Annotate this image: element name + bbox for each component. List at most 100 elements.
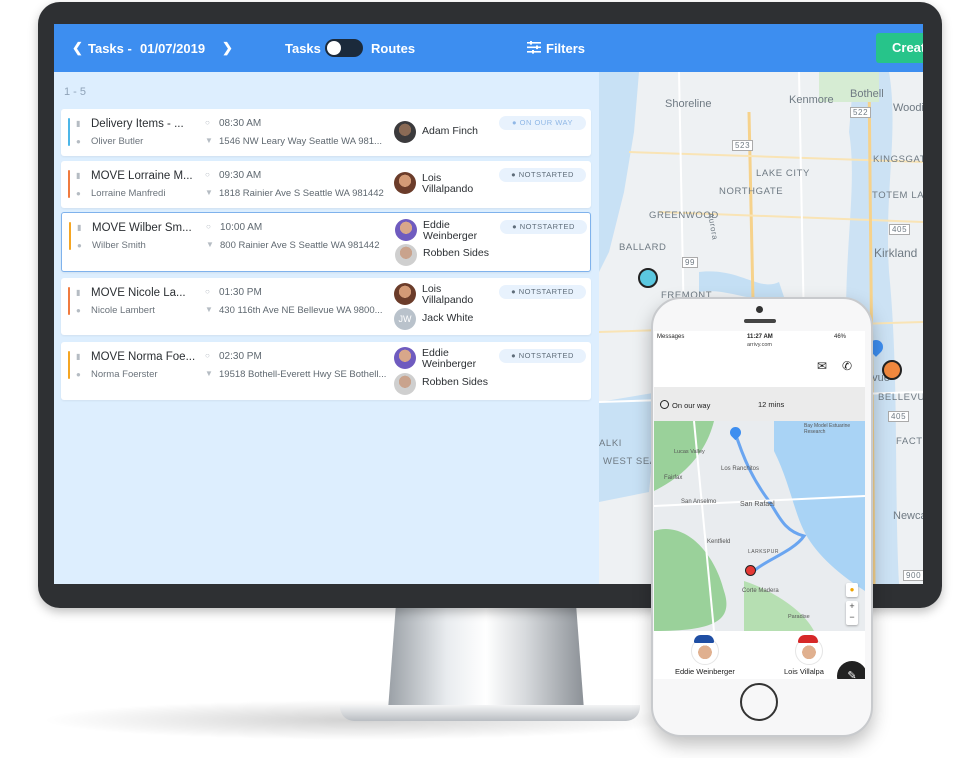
phone-route-map[interactable]: Bay Model Estuarine Research Lucas Valle…	[654, 421, 865, 631]
status-badge: ● ON OUR WAY	[499, 116, 586, 130]
filters-button[interactable]: Filters	[546, 41, 585, 56]
avatar	[395, 244, 417, 266]
toggle-tasks-label: Tasks	[285, 41, 321, 56]
status-color-bar	[68, 287, 70, 315]
location-pin-icon: ▼	[205, 369, 213, 378]
status-badge: ● NOTSTARTED	[499, 168, 586, 182]
map-label: Woodi	[893, 102, 923, 114]
map-pin-orange[interactable]	[882, 360, 902, 380]
highway-shield: 99	[682, 257, 699, 268]
date-picker[interactable]: 01/07/2019	[140, 41, 205, 56]
task-title: MOVE Nicole La...	[91, 287, 186, 299]
task-row-selected[interactable]: ▮ MOVE Wilber Sm... ● Wilber Smith ○ 10:…	[61, 212, 591, 272]
map-label: Kenmore	[789, 94, 834, 106]
task-title: MOVE Wilber Sm...	[92, 222, 192, 234]
task-address: 19518 Bothell-Everett Hwy SE Bothell...	[219, 369, 387, 380]
status-bar-carrier: Messages	[657, 334, 685, 340]
avatar	[394, 373, 416, 395]
task-time: 08:30 AM	[219, 118, 262, 129]
map-label: Paradise	[788, 614, 810, 620]
chevron-right-icon[interactable]: ❯	[222, 40, 233, 56]
avatar	[394, 172, 416, 194]
status-bar-battery: 46%	[834, 334, 847, 340]
task-title: MOVE Norma Foe...	[91, 351, 196, 363]
map-label: LAKE CITY	[756, 168, 810, 179]
task-time: 02:30 PM	[219, 351, 262, 362]
tag-icon: ▮	[76, 288, 81, 297]
assignee-name: Eddie Weinberger	[422, 347, 477, 370]
task-row[interactable]: ▮ MOVE Nicole La... ● Nicole Lambert ○ 0…	[61, 278, 591, 335]
status-bar-time: 11:27 AM	[747, 334, 773, 340]
map-label: TOTEM LAK	[872, 190, 923, 201]
task-address: 1818 Rainier Ave S Seattle WA 981442	[219, 188, 384, 199]
phone-call-icon[interactable]: ✆	[842, 359, 852, 373]
person-icon: ●	[76, 137, 81, 146]
status-text: ON OUR WAY	[519, 118, 573, 127]
radio-icon	[660, 400, 669, 409]
customer-name: Oliver Butler	[91, 136, 144, 147]
task-address: 800 Rainier Ave S Seattle WA 981442	[220, 240, 380, 251]
assignee-name: Adam Finch	[422, 125, 479, 137]
map-label: KINGSGATE	[873, 154, 923, 165]
edit-pencil-icon[interactable]: ✎	[837, 661, 865, 679]
map-label: San Rafael	[740, 501, 775, 508]
tracking-status: On our way	[672, 401, 711, 410]
contact-name: Eddie Weinberger	[675, 667, 735, 676]
status-text: NOTSTARTED	[518, 287, 574, 296]
tag-icon: ▮	[76, 119, 81, 128]
location-pin-icon: ▼	[205, 188, 213, 197]
tag-icon: ▮	[76, 352, 81, 361]
home-button[interactable]	[740, 683, 778, 721]
task-row[interactable]: ▮ MOVE Lorraine M... ● Lorraine Manfredi…	[61, 161, 591, 208]
monitor-stand-base	[340, 705, 640, 721]
destination-pin[interactable]	[745, 565, 756, 576]
task-row[interactable]: ▮ Delivery Items - ... ● Oliver Butler ○…	[61, 109, 591, 156]
email-icon[interactable]: ✉	[817, 359, 827, 373]
tasks-date-label: Tasks -	[88, 41, 132, 56]
status-badge: ● NOTSTARTED	[499, 285, 586, 299]
chevron-left-icon[interactable]: ❮	[72, 40, 83, 56]
map-label: NORTHGATE	[719, 186, 784, 197]
map-label: BALLARD	[619, 242, 667, 253]
customer-name: Nicole Lambert	[91, 305, 155, 316]
assignee-name: Robben Sides	[423, 247, 489, 259]
task-time: 01:30 PM	[219, 287, 262, 298]
tag-icon: ▮	[77, 223, 82, 232]
map-label: Bothell	[850, 88, 884, 100]
status-color-bar	[69, 222, 71, 250]
person-icon: ●	[76, 189, 81, 198]
location-pin-icon: ▼	[205, 136, 213, 145]
clock-icon: ○	[205, 170, 210, 179]
clock-icon: ○	[205, 351, 210, 360]
highway-shield: 522	[850, 107, 872, 118]
task-time: 09:30 AM	[219, 170, 262, 181]
zoom-controls[interactable]: + −	[846, 601, 858, 625]
phone-camera	[756, 306, 763, 313]
map-pin-cyan[interactable]	[638, 268, 658, 288]
avatar	[394, 121, 416, 143]
map-label: ALKI	[599, 438, 622, 449]
clock-icon: ○	[205, 287, 210, 296]
map-label: Corte Madera	[742, 588, 779, 594]
avatar	[394, 283, 416, 305]
person-icon: ●	[77, 241, 82, 250]
task-address: 1546 NW Leary Way Seattle WA 981...	[219, 136, 382, 147]
contact-name: Lois Villalpa	[784, 667, 824, 676]
phone-screen: Messages 11:27 AM 46% arrivy.com ✉ ✆ On …	[654, 331, 865, 679]
status-badge: ● NOTSTARTED	[499, 349, 586, 363]
map-label: Bay Model Estuarine Research	[804, 423, 851, 435]
filter-sliders-icon[interactable]	[527, 41, 541, 54]
customer-name: Norma Foerster	[91, 369, 158, 380]
map-label: FACTO	[896, 436, 923, 447]
tag-icon: ▮	[76, 171, 81, 180]
pegman-icon[interactable]: ●	[846, 583, 858, 597]
create-task-button[interactable]: Creat	[876, 33, 923, 63]
task-row[interactable]: ▮ MOVE Norma Foe... ● Norma Foerster ○ 0…	[61, 342, 591, 400]
assignee-name: Robben Sides	[422, 376, 488, 388]
assignee-name: Eddie Weinberger	[423, 219, 478, 242]
toggle-routes-label: Routes	[371, 41, 416, 56]
map-label: Newca	[893, 510, 923, 522]
avatar-initials: JW	[394, 308, 416, 330]
highway-shield: 900	[903, 570, 923, 581]
eta-text: 12 mins	[758, 400, 785, 409]
